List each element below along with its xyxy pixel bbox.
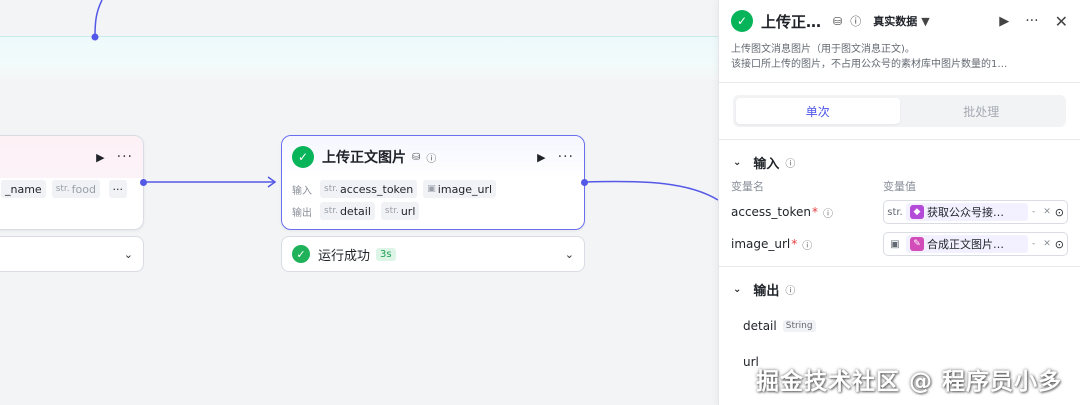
outputs-label: 输出 <box>292 207 312 219</box>
panel-title: 上传正… <box>761 12 822 31</box>
run-mode-tabs: 单次 批处理 <box>733 95 1066 127</box>
var-name-tag: _name <box>1 180 46 198</box>
info-icon[interactable]: ⓘ <box>426 150 436 165</box>
output-row-detail: detail String <box>719 313 1080 339</box>
watermark-text: 掘金技术社区 @ 程序员小多 <box>756 369 1063 395</box>
reference-chip[interactable]: ◆ 获取公众号接… <box>906 203 1028 221</box>
node-ref-icon: ◆ <box>910 205 924 219</box>
info-icon[interactable]: ⓘ <box>823 205 833 220</box>
edge-top <box>94 0 103 37</box>
node-ref-icon: ✎ <box>910 237 924 251</box>
reference-chip[interactable]: ✎ 合成正文图片… <box>906 235 1028 253</box>
previous-node[interactable]: ▶ ··· _name str. food ··· <box>0 135 144 230</box>
more-vars-icon[interactable]: ··· <box>108 180 127 198</box>
node-detail-panel: ✓ 上传正… ⛁ ⓘ 真实数据 ▼ ▶ ··· ✕ 上传图文消息图片（用于图文消… <box>718 0 1080 405</box>
info-icon[interactable]: ⓘ <box>850 13 861 29</box>
target-icon[interactable]: ⊙ <box>1055 206 1064 219</box>
clear-icon[interactable]: ✕ <box>1043 239 1051 249</box>
duration-badge: 3s <box>376 247 396 261</box>
output-tag-url: str. url <box>380 202 420 220</box>
play-icon[interactable]: ▶ <box>96 151 104 164</box>
more-options-icon[interactable]: ··· <box>558 149 574 165</box>
wechat-logo-icon: ✓ <box>292 146 314 168</box>
input-section-header[interactable]: ⌄ 输入 ⓘ <box>719 150 1080 174</box>
input-tag-access-token: str. access_token <box>320 180 418 198</box>
previous-node-status[interactable]: ⌄ <box>0 236 144 272</box>
inputs-label: 输入 <box>292 185 312 197</box>
target-icon[interactable]: ⊙ <box>1055 238 1064 251</box>
info-icon[interactable]: ⓘ <box>785 282 795 297</box>
port-top <box>91 33 99 41</box>
info-icon[interactable]: ⓘ <box>802 237 812 252</box>
panel-description: 上传图文消息图片（用于图文消息正文)。 该接口所上传的图片，不占用公众号的素材库… <box>731 44 1008 70</box>
image-icon: ▣ <box>427 184 436 194</box>
chevron-down-icon[interactable]: ⌄ <box>124 248 133 261</box>
var-value-tag: str. food <box>51 180 100 198</box>
tab-single[interactable]: 单次 <box>736 98 900 124</box>
caret-down-icon[interactable]: ▼ <box>921 15 929 28</box>
plugin-icon: ⛁ <box>833 14 843 28</box>
run-status-bar[interactable]: ✓ 运行成功 3s ⌄ <box>281 236 585 272</box>
node-header: ✓ 上传正文图片 ⛁ ⓘ ▶ ··· <box>282 136 584 178</box>
tab-batch[interactable]: 批处理 <box>900 98 1064 124</box>
upload-image-node[interactable]: ✓ 上传正文图片 ⛁ ⓘ ▶ ··· 输入 str. access_token ▣… <box>281 135 585 230</box>
input-row-access-token: access_token * ⓘ str. ◆ 获取公众号接… - ✕ ⊙ <box>719 198 1080 226</box>
value-field-image-url[interactable]: ▣ ✎ 合成正文图片… - ✕ ⊙ <box>883 232 1068 256</box>
info-icon[interactable]: ⓘ <box>785 155 795 170</box>
main-node-output-port[interactable] <box>581 179 588 186</box>
more-icon[interactable]: ··· <box>117 149 133 165</box>
run-node-play-icon[interactable]: ▶ <box>537 151 545 164</box>
node-outputs-row: 输出 str. detail str. url <box>282 200 584 222</box>
output-tag-detail: str. detail <box>320 202 375 220</box>
edge-main-to-right <box>584 180 719 201</box>
chevron-down-icon[interactable]: ⌄ <box>733 284 741 295</box>
chevron-down-icon[interactable]: ⌄ <box>565 248 574 261</box>
wechat-logo-icon: ✓ <box>731 10 753 32</box>
status-text: 运行成功 <box>318 248 371 264</box>
previous-node-output-port[interactable] <box>140 179 147 186</box>
output-section-header[interactable]: ⌄ 输出 ⓘ <box>719 277 1080 301</box>
plugin-icon: ⛁ <box>412 151 421 163</box>
input-columns: 变量名 变量值 <box>731 180 916 193</box>
panel-header: ✓ 上传正… ⛁ ⓘ 真实数据 ▼ ▶ ··· ✕ <box>719 0 1080 42</box>
clear-icon[interactable]: ✕ <box>1043 207 1051 217</box>
data-mode-select[interactable]: 真实数据 <box>873 13 917 29</box>
image-icon: ▣ <box>890 238 900 250</box>
input-tag-image-url: ▣ image_url <box>423 180 497 198</box>
chevron-down-icon[interactable]: ⌄ <box>733 157 741 168</box>
success-check-icon: ✓ <box>292 245 310 263</box>
close-icon[interactable]: ✕ <box>1055 12 1068 31</box>
previous-node-header: ▶ ··· <box>0 136 143 178</box>
previous-node-vars: _name str. food ··· <box>0 178 143 200</box>
node-title: 上传正文图片 <box>322 150 406 166</box>
run-play-icon[interactable]: ▶ <box>999 14 1009 29</box>
more-options-icon[interactable]: ··· <box>1025 13 1038 29</box>
input-row-image-url: image_url * ⓘ ▣ ✎ 合成正文图片… - ✕ ⊙ <box>719 230 1080 258</box>
value-field-access-token[interactable]: str. ◆ 获取公众号接… - ✕ ⊙ <box>883 200 1068 224</box>
node-inputs-row: 输入 str. access_token ▣ image_url <box>282 178 584 200</box>
